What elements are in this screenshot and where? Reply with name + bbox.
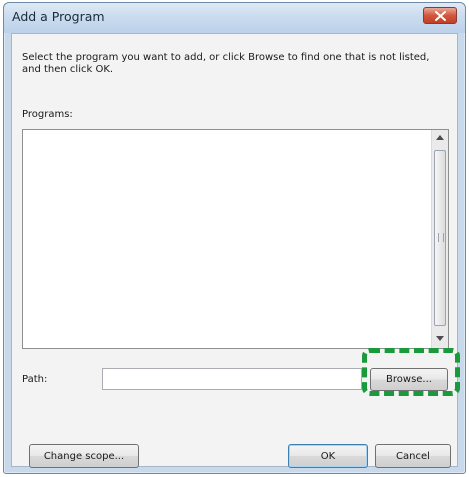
scroll-thumb[interactable] (434, 150, 446, 326)
browse-highlight-box (362, 348, 460, 396)
scroll-grip (438, 233, 444, 242)
add-program-dialog: Add a Program Select the program you wan… (3, 2, 466, 474)
path-label: Path: (22, 374, 48, 385)
change-scope-button[interactable]: Change scope... (29, 444, 139, 468)
dialog-body: Select the program you want to add, or c… (11, 33, 458, 468)
scroll-down-button[interactable] (432, 331, 448, 348)
title-bar[interactable]: Add a Program (4, 3, 465, 33)
close-button[interactable] (423, 7, 457, 24)
chevron-down-icon (436, 336, 444, 341)
window-title: Add a Program (12, 9, 105, 24)
cancel-button[interactable]: Cancel (375, 444, 451, 468)
chevron-up-icon (436, 135, 444, 140)
instruction-text: Select the program you want to add, or c… (22, 52, 430, 75)
close-icon (435, 11, 446, 21)
path-input[interactable] (102, 368, 362, 390)
programs-label: Programs: (22, 109, 73, 120)
ok-button[interactable]: OK (288, 444, 368, 468)
scroll-up-button[interactable] (432, 130, 448, 147)
programs-list[interactable] (22, 129, 449, 349)
programs-scrollbar[interactable] (431, 130, 448, 348)
